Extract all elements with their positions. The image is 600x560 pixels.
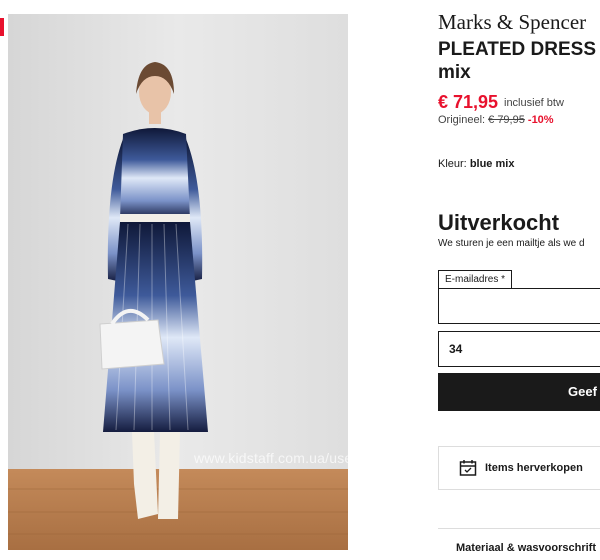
product-details-panel: Marks & Spencer PLEATED DRESS mix € 71,9… bbox=[438, 0, 600, 560]
notify-submit-button[interactable]: Geef bbox=[438, 373, 600, 411]
original-price-line: Origineel: € 79,95 -10% bbox=[438, 114, 554, 126]
product-title-continued: mix bbox=[438, 62, 471, 83]
email-field-label: E-mailadres * bbox=[438, 270, 513, 289]
color-label: Kleur: bbox=[438, 158, 467, 170]
discount-badge: -10% bbox=[527, 114, 554, 126]
calendar-icon bbox=[459, 460, 477, 476]
product-image[interactable]: www.kidstaff.com.ua/user-159220.html bbox=[8, 14, 348, 550]
left-edge-strip bbox=[0, 0, 8, 560]
size-select[interactable]: 34 bbox=[438, 331, 600, 367]
vat-note: inclusief btw bbox=[504, 97, 564, 109]
watermark-text: www.kidstaff.com.ua/user-159220.html bbox=[194, 450, 348, 466]
resell-items-label: Items herverkopen bbox=[485, 462, 583, 474]
original-price-label: Origineel: bbox=[438, 114, 486, 126]
material-care-accordion[interactable]: Materiaal & wasvoorschrift bbox=[456, 542, 596, 554]
resell-items-button[interactable]: Items herverkopen bbox=[438, 446, 600, 490]
product-photo-illustration bbox=[8, 14, 348, 550]
product-title: PLEATED DRESS bbox=[438, 39, 597, 60]
color-info: Kleur: blue mix bbox=[438, 158, 514, 170]
section-divider bbox=[438, 528, 600, 529]
email-field[interactable] bbox=[438, 288, 600, 324]
current-price: € 71,95 bbox=[438, 92, 499, 112]
original-price: € 79,95 bbox=[488, 114, 525, 126]
brand-name[interactable]: Marks & Spencer bbox=[438, 10, 586, 35]
sold-out-heading: Uitverkocht bbox=[438, 210, 560, 235]
notify-text: We sturen je een mailtje als we d bbox=[438, 238, 585, 249]
sale-marker bbox=[0, 18, 4, 36]
color-value: blue mix bbox=[469, 158, 515, 170]
